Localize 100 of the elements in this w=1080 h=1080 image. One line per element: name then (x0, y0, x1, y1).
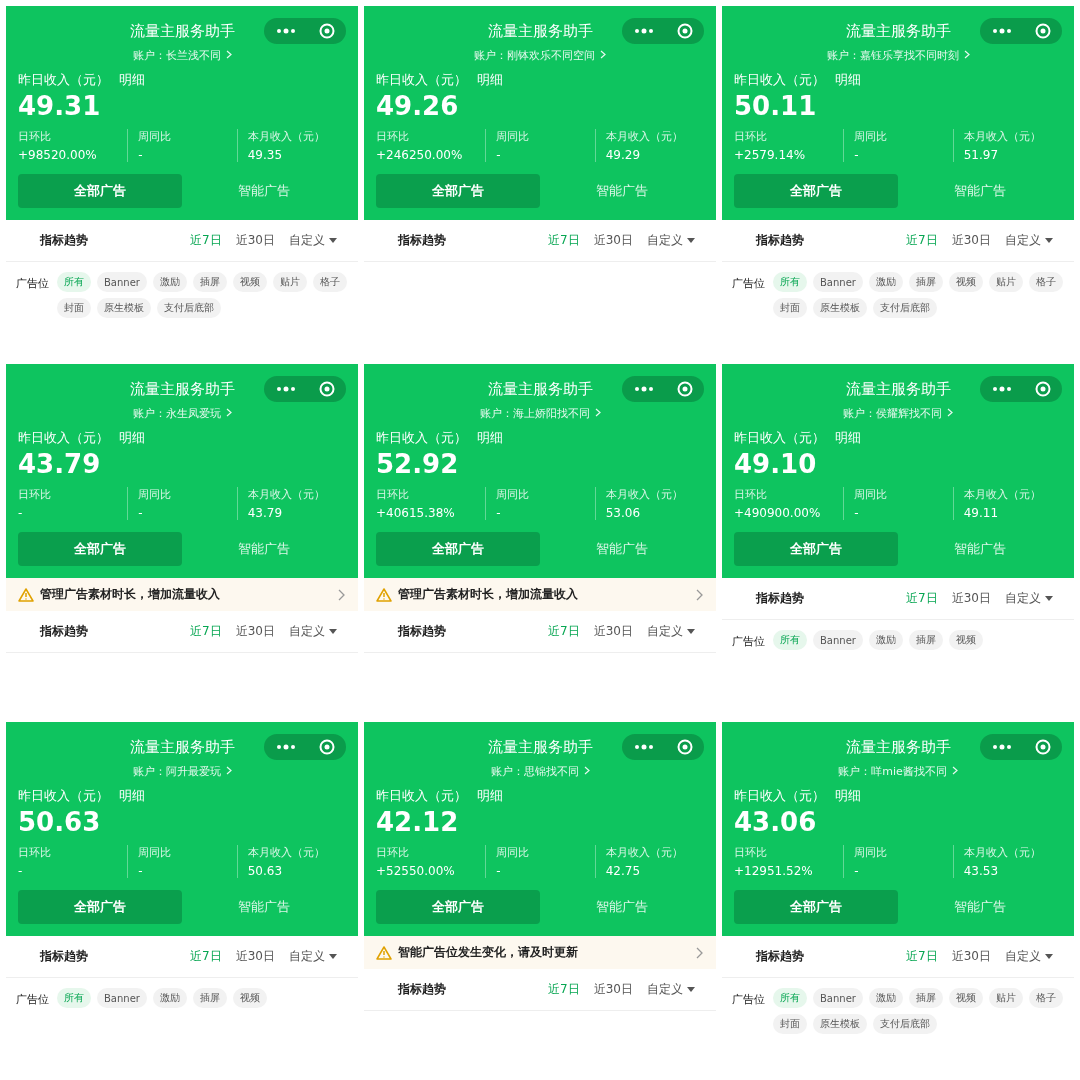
slot-chip[interactable]: 贴片 (988, 988, 1023, 1008)
stat-label: 周同比 (496, 845, 531, 860)
range-tab[interactable]: 自定义 (640, 981, 702, 998)
range-tab[interactable]: 自定义 (282, 232, 344, 249)
slot-chip[interactable]: 激励 (868, 272, 903, 292)
slot-chip[interactable]: 插屏 (192, 272, 227, 292)
capsule-menu[interactable] (264, 734, 346, 760)
range-tab[interactable]: 自定义 (998, 948, 1060, 965)
capsule-menu[interactable] (980, 376, 1062, 402)
slot-label: 广告位 (732, 276, 765, 292)
slot-chip[interactable]: 激励 (152, 988, 187, 1008)
range-tab[interactable]: 近30日 (586, 232, 640, 249)
slot-chip[interactable]: 格子 (1028, 988, 1063, 1008)
range-tab[interactable]: 自定义 (282, 948, 344, 965)
range-tab[interactable]: 自定义 (998, 232, 1060, 249)
income-label: 昨日收入（元） (734, 429, 825, 447)
range-tab[interactable]: 近30日 (944, 232, 998, 249)
capsule-menu[interactable] (622, 18, 704, 44)
slot-chip[interactable]: 原生模板 (813, 1014, 867, 1034)
notice-bar[interactable]: 管理广告素材时长，增加流量收入 (364, 578, 716, 611)
slot-chip[interactable]: 格子 (1028, 272, 1063, 292)
income-label: 昨日收入（元） (734, 71, 825, 89)
stat-value: 49.29 (605, 148, 641, 162)
chevron-right-icon (947, 408, 953, 417)
slot-chip[interactable]: 贴片 (272, 272, 307, 292)
capsule-menu[interactable] (622, 734, 704, 760)
range-tab[interactable]: 自定义 (282, 623, 344, 640)
income-value: 43.06 (734, 807, 818, 837)
slot-chip[interactable]: 视频 (232, 988, 267, 1008)
more-icon[interactable] (275, 385, 296, 393)
range-tab[interactable]: 近30日 (944, 590, 998, 607)
slot-chip[interactable]: 插屏 (908, 630, 943, 650)
slot-chip[interactable]: 插屏 (908, 988, 943, 1008)
slot-chip[interactable]: 格子 (312, 272, 347, 292)
slot-chip[interactable]: 视频 (232, 272, 267, 292)
income-value: 42.12 (376, 807, 460, 837)
more-icon[interactable] (991, 743, 1012, 751)
range-tab[interactable]: 自定义 (998, 590, 1060, 607)
capsule-menu[interactable] (622, 376, 704, 402)
slot-chip[interactable]: Banner (813, 988, 863, 1008)
income-value: 49.10 (734, 449, 818, 479)
slot-chip[interactable]: 视频 (948, 630, 983, 650)
slot-chip[interactable]: 支付后底部 (873, 298, 937, 318)
slot-chip[interactable]: 激励 (152, 272, 187, 292)
slot-chip[interactable]: 插屏 (908, 272, 943, 292)
capsule-menu[interactable] (980, 734, 1062, 760)
chevron-right-icon (594, 408, 601, 417)
slot-chip[interactable]: 支付后底部 (157, 298, 221, 318)
more-icon[interactable] (275, 27, 296, 35)
slot-chip[interactable]: 封面 (773, 1014, 807, 1034)
stat-label: 周同比 (138, 129, 173, 144)
range-tab[interactable]: 自定义 (640, 232, 702, 249)
chevron-right-icon (696, 588, 704, 601)
more-icon[interactable] (991, 27, 1012, 35)
slot-chip[interactable]: Banner (97, 988, 147, 1008)
range-tab[interactable]: 近30日 (228, 232, 282, 249)
stat-value: 49.11 (963, 506, 999, 520)
slot-chip[interactable]: Banner (97, 272, 147, 292)
more-icon[interactable] (633, 385, 654, 393)
slot-chip[interactable]: 封面 (773, 298, 807, 318)
caret-icon (1045, 596, 1053, 601)
slot-chip[interactable]: 插屏 (192, 988, 227, 1008)
range-tab[interactable]: 近30日 (586, 981, 640, 998)
slot-chip[interactable]: 原生模板 (813, 298, 867, 318)
notice-bar[interactable]: 智能广告位发生变化，请及时更新 (364, 936, 716, 969)
stat-label: 本月收入（元） (247, 129, 326, 144)
stat-value: +12951.52% (734, 864, 814, 878)
range-tab[interactable]: 近30日 (944, 948, 998, 965)
slot-chip[interactable]: 激励 (868, 630, 903, 650)
app-title: 流量主服务助手 (129, 379, 235, 399)
trend-title: 指标趋势 (40, 948, 89, 965)
notice-text: 管理广告素材时长，增加流量收入 (40, 586, 221, 603)
range-tab[interactable]: 近30日 (228, 623, 282, 640)
slot-chip[interactable]: 激励 (868, 988, 903, 1008)
stat-value: 43.79 (247, 506, 283, 520)
stat-value: - (496, 148, 502, 162)
stat-value: +246250.00% (376, 148, 464, 162)
range-tab[interactable]: 自定义 (640, 623, 702, 640)
slot-chip[interactable]: 视频 (948, 988, 983, 1008)
more-icon[interactable] (633, 743, 654, 751)
more-icon[interactable] (991, 385, 1012, 393)
slot-chip[interactable]: 支付后底部 (873, 1014, 937, 1034)
notice-bar[interactable]: 管理广告素材时长，增加流量收入 (6, 578, 358, 611)
more-icon[interactable] (633, 27, 654, 35)
range-tab[interactable]: 近30日 (586, 623, 640, 640)
slot-chip[interactable]: 封面 (57, 298, 91, 318)
stat-label: 日环比 (376, 487, 410, 502)
income-label: 昨日收入（元） (376, 787, 467, 805)
capsule-menu[interactable] (980, 18, 1062, 44)
range-tab[interactable]: 近30日 (228, 948, 282, 965)
slot-chip[interactable]: 贴片 (988, 272, 1023, 292)
slot-chip[interactable]: 视频 (948, 272, 983, 292)
slot-chip[interactable]: 原生模板 (97, 298, 151, 318)
slot-chip[interactable]: Banner (813, 630, 863, 650)
capsule-menu[interactable] (264, 18, 346, 44)
more-icon[interactable] (275, 743, 296, 751)
stat-value: 50.63 (247, 864, 283, 878)
slot-chip[interactable]: Banner (813, 272, 863, 292)
trend-title: 指标趋势 (40, 232, 89, 249)
capsule-menu[interactable] (264, 376, 346, 402)
